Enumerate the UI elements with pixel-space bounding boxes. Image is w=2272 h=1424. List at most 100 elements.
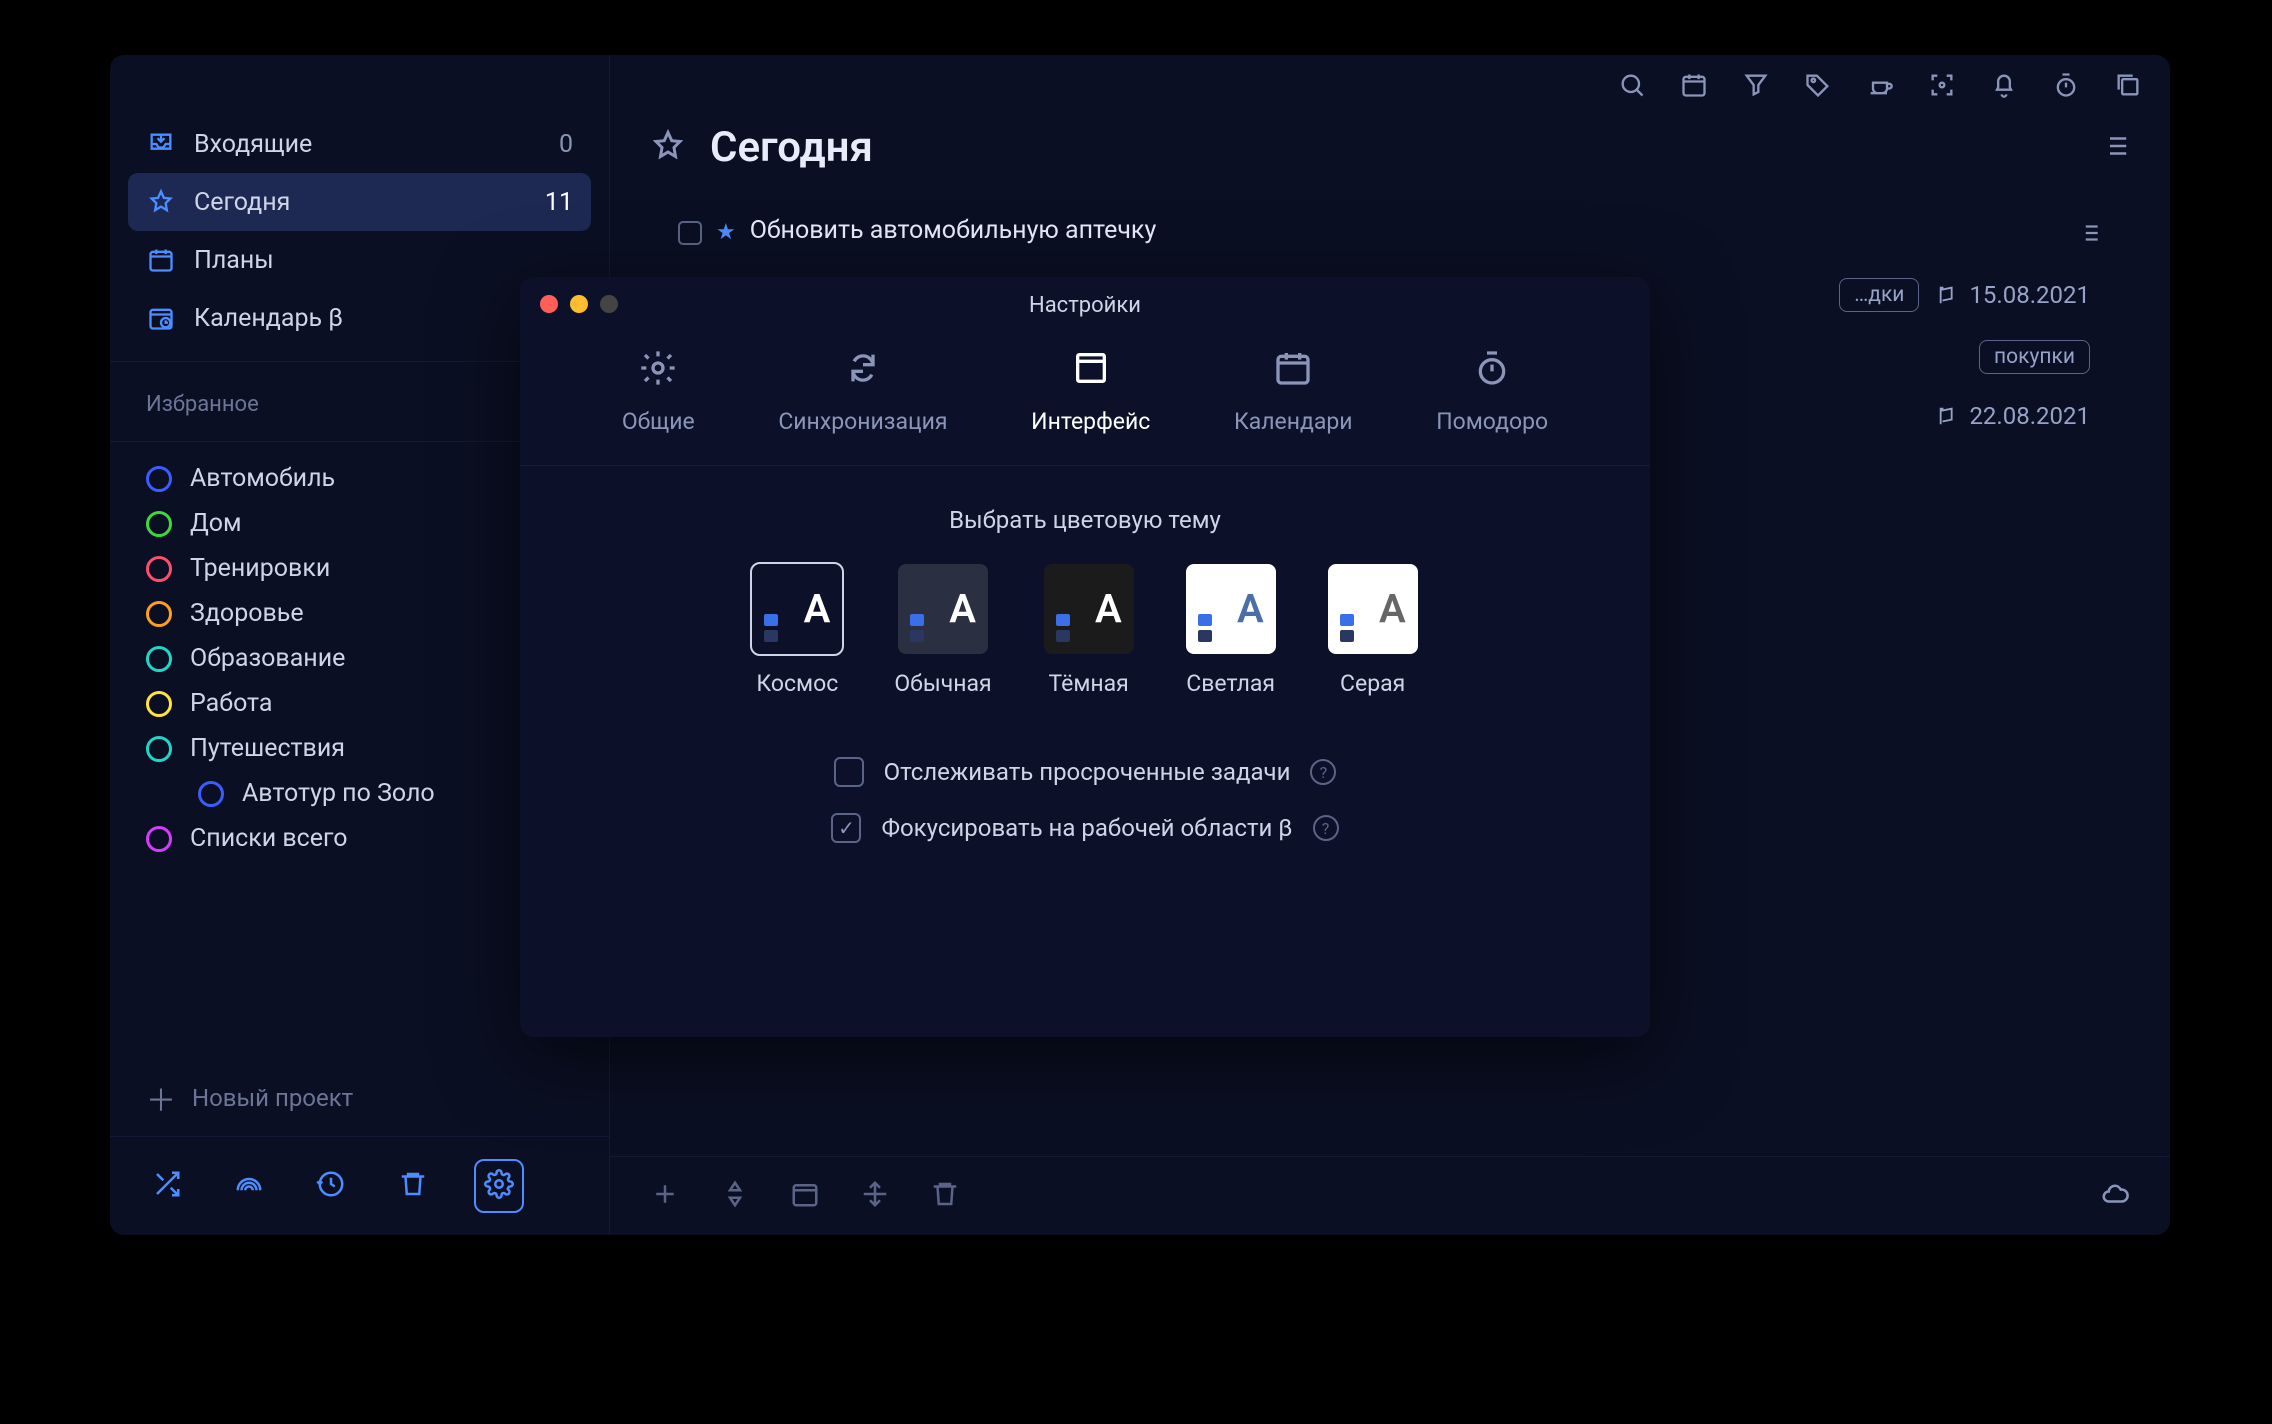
help-icon[interactable]: ?	[1313, 815, 1339, 841]
task-title: Обновить автомобильную аптечку	[750, 216, 2062, 245]
theme-option[interactable]: A Светлая	[1186, 564, 1276, 697]
project-label: Образование	[190, 644, 345, 673]
theme-option[interactable]: A Космос	[752, 564, 842, 697]
sidebar-item-label: Сегодня	[194, 188, 290, 217]
task-row[interactable]: ★ Обновить автомобильную аптечку	[650, 202, 2130, 264]
theme-section-title: Выбрать цветовую тему	[560, 506, 1610, 534]
inbox-icon	[146, 129, 176, 159]
calendar-icon	[1273, 348, 1313, 394]
settings-icon[interactable]	[474, 1159, 524, 1213]
settings-tab-sync[interactable]: Синхронизация	[778, 348, 947, 435]
plus-icon: ＋	[146, 1076, 176, 1120]
task-tag: покупки	[1979, 340, 2090, 374]
help-icon[interactable]: ?	[1310, 759, 1336, 785]
task-tag: …дки	[1839, 278, 1919, 312]
star-icon: ★	[716, 220, 736, 245]
page-title: Сегодня	[710, 123, 873, 172]
project-color-icon	[146, 826, 172, 852]
history-icon[interactable]	[310, 1163, 352, 1209]
project-color-icon	[146, 736, 172, 762]
settings-traffic-lights[interactable]	[540, 295, 618, 313]
theme-label: Тёмная	[1049, 670, 1129, 697]
theme-option[interactable]: A Обычная	[894, 564, 991, 697]
subtasks-icon[interactable]	[2076, 220, 2102, 250]
project-label: Дом	[190, 509, 242, 538]
timer-icon	[1472, 348, 1512, 394]
project-color-icon	[146, 646, 172, 672]
project-color-icon	[146, 466, 172, 492]
sidebar-item-label: Входящие	[194, 130, 312, 159]
coffee-icon[interactable]	[1866, 71, 1894, 103]
theme-option[interactable]: A Тёмная	[1044, 564, 1134, 697]
calendar-clock-icon	[146, 303, 176, 333]
shuffle-icon[interactable]	[146, 1163, 188, 1209]
tag-icon[interactable]	[1804, 71, 1832, 103]
settings-tab-label: Календари	[1234, 408, 1353, 435]
calendar-icon	[146, 245, 176, 275]
project-label: Работа	[190, 689, 272, 718]
project-label: Автомобиль	[190, 464, 335, 493]
schedule-icon[interactable]	[790, 1179, 820, 1213]
timer-icon[interactable]	[2052, 71, 2080, 103]
settings-tab-label: Помодоро	[1436, 408, 1548, 435]
theme-label: Обычная	[894, 670, 991, 697]
sync-status-icon[interactable]	[2100, 1179, 2130, 1213]
sidebar-item-count: 0	[559, 130, 573, 159]
focus-icon[interactable]	[1928, 71, 1956, 103]
gear-icon	[638, 348, 678, 394]
delete-icon[interactable]	[930, 1179, 960, 1213]
window-icon	[1071, 348, 1111, 394]
add-icon[interactable]	[650, 1179, 680, 1213]
checkbox-label: Фокусировать на рабочей области β	[881, 814, 1292, 842]
settings-tab-label: Синхронизация	[778, 408, 947, 435]
view-options-icon[interactable]	[2100, 131, 2130, 165]
settings-tab-label: Интерфейс	[1031, 408, 1150, 435]
settings-checkbox-row[interactable]: Отслеживать просроченные задачи ?	[834, 757, 1337, 787]
priority-icon[interactable]	[720, 1179, 750, 1213]
theme-label: Космос	[756, 670, 838, 697]
sidebar-item-label: Планы	[194, 246, 274, 275]
search-icon[interactable]	[1618, 71, 1646, 103]
new-project-label: Новый проект	[192, 1084, 353, 1112]
sidebar-item-label: Календарь β	[194, 304, 343, 333]
checkbox-label: Отслеживать просроченные задачи	[884, 758, 1291, 786]
windows-icon[interactable]	[2114, 71, 2142, 103]
bell-icon[interactable]	[1990, 71, 2018, 103]
project-label: Тренировки	[190, 554, 330, 583]
settings-window: Настройки Общие Синхронизация Интерфейс Кал…	[520, 277, 1650, 1037]
project-color-icon	[146, 556, 172, 582]
theme-label: Серая	[1340, 670, 1405, 697]
sidebar-item-inbox[interactable]: Входящие 0	[128, 115, 591, 173]
settings-title: Настройки	[520, 277, 1650, 318]
project-label: Списки всего	[190, 824, 348, 853]
settings-tab-gear[interactable]: Общие	[622, 348, 695, 435]
new-project-button[interactable]: ＋ Новый проект	[110, 1060, 609, 1136]
theme-label: Светлая	[1186, 670, 1275, 697]
project-label: Путешествия	[190, 734, 345, 763]
move-icon[interactable]	[860, 1179, 890, 1213]
settings-checkbox-row[interactable]: Фокусировать на рабочей области β ?	[831, 813, 1338, 843]
theme-option[interactable]: A Серая	[1328, 564, 1418, 697]
sidebar-item-count: 11	[545, 188, 573, 217]
settings-tab-window[interactable]: Интерфейс	[1031, 348, 1150, 435]
checkbox[interactable]	[831, 813, 861, 843]
project-color-icon	[146, 511, 172, 537]
task-date: 15.08.2021	[1937, 281, 2090, 309]
project-color-icon	[198, 781, 224, 807]
checkbox[interactable]	[834, 757, 864, 787]
task-date: 22.08.2021	[1937, 402, 2090, 430]
project-label: Здоровье	[190, 599, 304, 628]
settings-tab-calendar[interactable]: Календари	[1234, 348, 1353, 435]
star-icon	[146, 187, 176, 217]
sidebar-item-star[interactable]: Сегодня 11	[128, 173, 591, 231]
task-checkbox[interactable]	[678, 221, 702, 245]
calendar-icon[interactable]	[1680, 71, 1708, 103]
sync-icon	[843, 348, 883, 394]
trash-icon[interactable]	[392, 1163, 434, 1209]
settings-tab-label: Общие	[622, 408, 695, 435]
settings-tab-timer[interactable]: Помодоро	[1436, 348, 1548, 435]
project-color-icon	[146, 691, 172, 717]
filter-icon[interactable]	[1742, 71, 1770, 103]
favorite-star-icon[interactable]	[650, 128, 686, 168]
rainbow-icon[interactable]	[228, 1163, 270, 1209]
